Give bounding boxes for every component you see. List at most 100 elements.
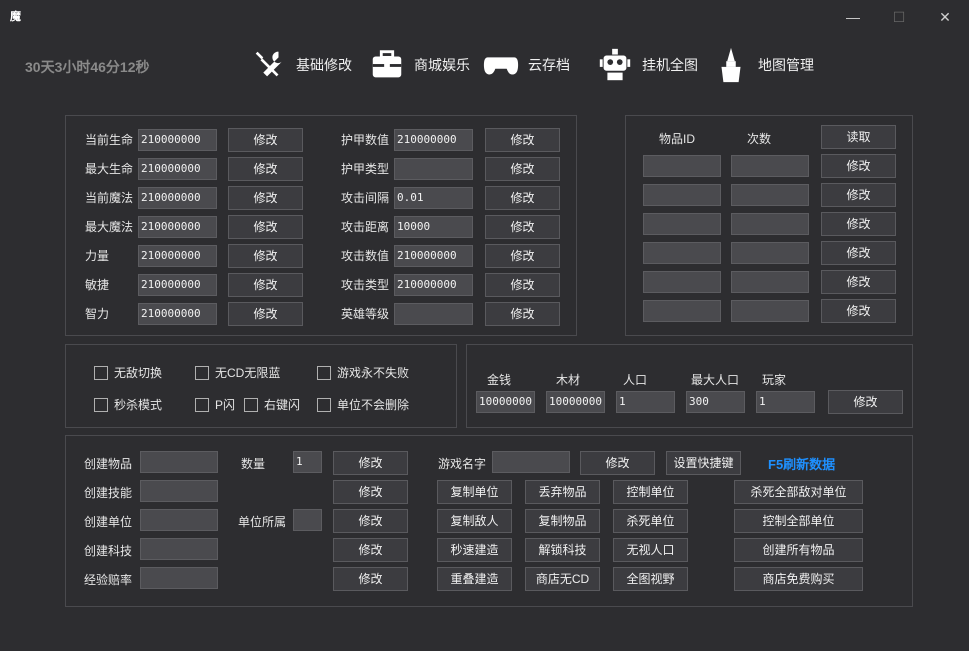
item-id-field[interactable] [643,184,721,206]
modify-button[interactable]: 修改 [333,451,408,475]
create-tech-field[interactable] [140,538,218,560]
no-cd-checkbox[interactable]: 无CD无限蓝 [195,364,280,381]
shop-free-buy-button[interactable]: 商店免费购买 [734,567,863,591]
close-button[interactable]: ✕ [930,6,960,28]
control-unit-button[interactable]: 控制单位 [613,480,688,504]
current-mp-field[interactable]: 210000000 [138,187,217,209]
modify-button[interactable]: 修改 [485,244,560,268]
checkbox-box[interactable] [94,397,108,412]
hero-level-field[interactable] [394,303,473,325]
checkbox-box[interactable] [317,365,331,380]
modify-button[interactable]: 修改 [485,157,560,181]
intelligence-field[interactable]: 210000000 [138,303,217,325]
item-id-field[interactable] [643,213,721,235]
max-mp-field[interactable]: 210000000 [138,216,217,238]
checkbox-box[interactable] [244,397,258,412]
modify-button[interactable]: 修改 [333,567,408,591]
max-hp-field[interactable]: 210000000 [138,158,217,180]
game-name-field[interactable] [492,451,570,473]
modify-button[interactable]: 修改 [228,186,303,210]
shop-no-cd-button[interactable]: 商店无CD [525,567,600,591]
maximize-button[interactable]: ☐ [884,6,914,28]
create-all-items-button[interactable]: 创建所有物品 [734,538,863,562]
modify-button[interactable]: 修改 [821,299,896,323]
instant-build-button[interactable]: 秒速建造 [437,538,512,562]
modify-button[interactable]: 修改 [821,241,896,265]
copy-item-button[interactable]: 复制物品 [525,509,600,533]
modify-button[interactable]: 修改 [821,212,896,236]
attack-range-field[interactable]: 10000 [394,216,473,238]
item-id-field[interactable] [643,300,721,322]
minimize-button[interactable]: — [838,6,868,28]
item-id-field[interactable] [643,155,721,177]
modify-button[interactable]: 修改 [485,186,560,210]
modify-button[interactable]: 修改 [228,273,303,297]
never-lose-checkbox[interactable]: 游戏永不失败 [317,364,409,381]
modify-button[interactable]: 修改 [228,244,303,268]
item-count-field[interactable] [731,271,809,293]
nav-map-manage[interactable]: 地图管理 [712,44,814,86]
attack-value-field[interactable]: 210000000 [394,245,473,267]
item-count-field[interactable] [731,300,809,322]
modify-button[interactable]: 修改 [228,157,303,181]
item-id-field[interactable] [643,242,721,264]
modify-button[interactable]: 修改 [228,215,303,239]
wood-field[interactable]: 10000000 [546,391,605,413]
item-count-field[interactable] [731,213,809,235]
nav-cloud-save[interactable]: 云存档 [482,44,570,86]
unlock-tech-button[interactable]: 解锁科技 [525,538,600,562]
attack-interval-field[interactable]: 0.01 [394,187,473,209]
modify-button[interactable]: 修改 [828,390,903,414]
nav-basic-modify[interactable]: 基础修改 [250,44,352,86]
kill-all-enemies-button[interactable]: 杀死全部敌对单位 [734,480,863,504]
modify-button[interactable]: 修改 [485,273,560,297]
modify-button[interactable]: 修改 [485,128,560,152]
quantity-field[interactable]: 1 [293,451,322,473]
modify-button[interactable]: 修改 [228,302,303,326]
create-item-field[interactable] [140,451,218,473]
player-field[interactable]: 1 [756,391,815,413]
full-map-vision-button[interactable]: 全图视野 [613,567,688,591]
exp-rate-field[interactable] [140,567,218,589]
kill-unit-button[interactable]: 杀死单位 [613,509,688,533]
overlap-build-button[interactable]: 重叠建造 [437,567,512,591]
item-count-field[interactable] [731,155,809,177]
checkbox-box[interactable] [94,365,108,380]
create-skill-field[interactable] [140,480,218,502]
max-population-field[interactable]: 300 [686,391,745,413]
instakill-checkbox[interactable]: 秒杀模式 [94,396,162,413]
strength-field[interactable]: 210000000 [138,245,217,267]
attack-type-field[interactable]: 210000000 [394,274,473,296]
modify-button[interactable]: 修改 [333,509,408,533]
game-name-modify-button[interactable]: 修改 [580,451,655,475]
read-button[interactable]: 读取 [821,125,896,149]
modify-button[interactable]: 修改 [821,270,896,294]
p-flash-checkbox[interactable]: P闪 [195,396,235,413]
checkbox-box[interactable] [195,365,209,380]
modify-button[interactable]: 修改 [333,538,408,562]
current-hp-field[interactable]: 210000000 [138,129,217,151]
nav-store-fun[interactable]: 商城娱乐 [368,44,470,86]
unit-owner-field[interactable] [293,509,322,531]
modify-button[interactable]: 修改 [485,215,560,239]
armor-type-field[interactable] [394,158,473,180]
checkbox-box[interactable] [195,397,209,412]
right-click-flash-checkbox[interactable]: 右键闪 [244,396,300,413]
copy-enemy-button[interactable]: 复制敌人 [437,509,512,533]
modify-button[interactable]: 修改 [821,183,896,207]
control-all-units-button[interactable]: 控制全部单位 [734,509,863,533]
item-id-field[interactable] [643,271,721,293]
modify-button[interactable]: 修改 [333,480,408,504]
copy-unit-button[interactable]: 复制单位 [437,480,512,504]
unit-no-delete-checkbox[interactable]: 单位不会删除 [317,396,409,413]
item-count-field[interactable] [731,184,809,206]
armor-value-field[interactable]: 210000000 [394,129,473,151]
drop-item-button[interactable]: 丢弃物品 [525,480,600,504]
set-hotkey-button[interactable]: 设置快捷键 [666,451,741,475]
agility-field[interactable]: 210000000 [138,274,217,296]
modify-button[interactable]: 修改 [485,302,560,326]
population-field[interactable]: 1 [616,391,675,413]
modify-button[interactable]: 修改 [228,128,303,152]
ignore-population-button[interactable]: 无视人口 [613,538,688,562]
invincible-checkbox[interactable]: 无敌切换 [94,364,162,381]
